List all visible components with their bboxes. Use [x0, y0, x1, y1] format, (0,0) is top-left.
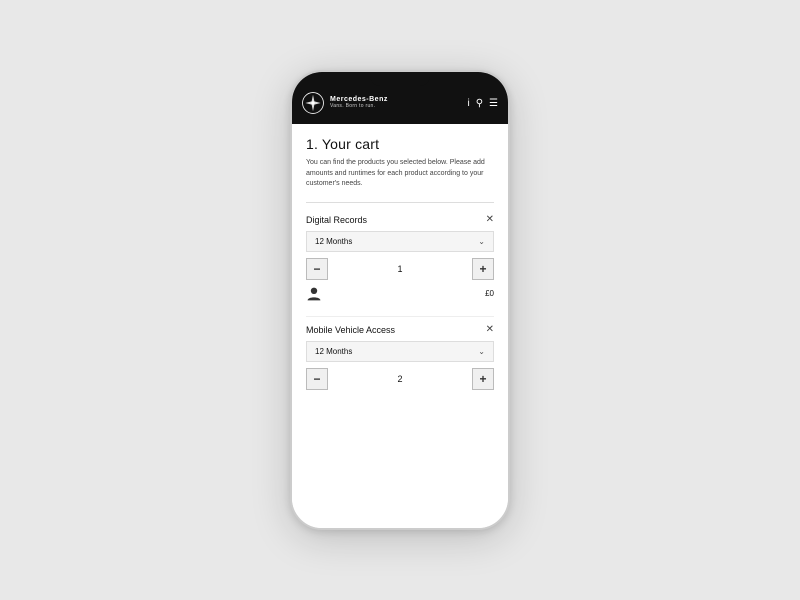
- person-icon-1: [306, 286, 322, 302]
- quantity-row-1: − 1 +: [306, 258, 494, 280]
- nav-brand: Mercedes-Benz Vans. Born to run.: [330, 96, 388, 109]
- nav-logo: Mercedes-Benz Vans. Born to run.: [302, 92, 388, 114]
- product-header-2: Mobile Vehicle Access ✕: [306, 325, 494, 335]
- info-icon[interactable]: i: [467, 98, 469, 109]
- nav-icons: i ⚲ ☰: [467, 98, 498, 109]
- menu-icon[interactable]: ☰: [489, 98, 498, 109]
- product-name-2: Mobile Vehicle Access: [306, 325, 395, 335]
- phone-frame: Mercedes-Benz Vans. Born to run. i ⚲ ☰ 1…: [290, 70, 510, 530]
- duration-label-2: 12 Months: [315, 347, 352, 356]
- quantity-value-2: 2: [328, 374, 472, 384]
- price-row-1: £0: [306, 286, 494, 302]
- card-divider: [306, 316, 494, 317]
- brand-tagline: Vans. Born to run.: [330, 104, 388, 110]
- section-divider: [306, 202, 494, 203]
- product-header-1: Digital Records ✕: [306, 215, 494, 225]
- search-icon[interactable]: ⚲: [476, 98, 483, 109]
- dropdown-arrow-2: ⌄: [478, 347, 485, 356]
- price-value-1: £0: [485, 289, 494, 298]
- duration-label-1: 12 Months: [315, 237, 352, 246]
- phone-notch: [370, 72, 430, 86]
- quantity-increase-1[interactable]: +: [472, 258, 494, 280]
- quantity-decrease-1[interactable]: −: [306, 258, 328, 280]
- duration-dropdown-2[interactable]: 12 Months ⌄: [306, 341, 494, 362]
- product-card-digital-records: Digital Records ✕ 12 Months ⌄ − 1 + £0: [306, 215, 494, 302]
- remove-button-1[interactable]: ✕: [486, 215, 494, 225]
- quantity-value-1: 1: [328, 264, 472, 274]
- quantity-increase-2[interactable]: +: [472, 368, 494, 390]
- duration-dropdown-1[interactable]: 12 Months ⌄: [306, 231, 494, 252]
- cart-title: 1. Your cart: [306, 136, 494, 152]
- cart-description: You can find the products you selected b…: [306, 158, 494, 190]
- quantity-row-2: − 2 +: [306, 368, 494, 390]
- quantity-decrease-2[interactable]: −: [306, 368, 328, 390]
- product-card-mobile-vehicle-access: Mobile Vehicle Access ✕ 12 Months ⌄ − 2 …: [306, 325, 494, 390]
- product-name-1: Digital Records: [306, 215, 367, 225]
- mb-star-icon: [302, 92, 324, 114]
- remove-button-2[interactable]: ✕: [486, 325, 494, 335]
- content-area: 1. Your cart You can find the products y…: [292, 124, 508, 530]
- dropdown-arrow-1: ⌄: [478, 237, 485, 246]
